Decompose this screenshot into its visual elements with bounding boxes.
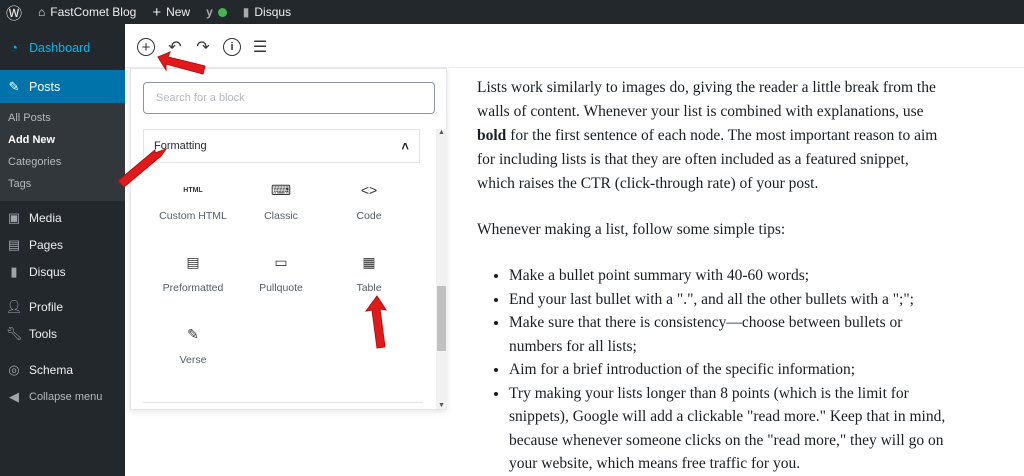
html-icon: HTML	[183, 186, 203, 194]
sidebar-item-posts[interactable]: ✎ Posts	[0, 70, 125, 103]
sidebar-item-profile[interactable]: 👤︎ Profile	[0, 293, 125, 320]
status-dot	[217, 7, 227, 17]
block-classic[interactable]: ⌨ Classic	[237, 180, 325, 223]
block-code[interactable]: <> Code	[325, 180, 413, 222]
list-item: Make a bullet point summary with 40-60 w…	[509, 264, 947, 288]
user-icon: 👤︎	[5, 298, 23, 314]
yoast-link[interactable]: y	[198, 0, 235, 24]
admin-bar: Ⓦ ⌂ FastComet Blog + New y ▮ Disqus	[0, 0, 1024, 24]
info-button[interactable]: i	[223, 38, 241, 56]
scrollbar-thumb[interactable]	[437, 286, 446, 351]
block-label: Classic	[264, 210, 298, 222]
wordpress-logo-icon[interactable]: Ⓦ	[0, 0, 30, 24]
block-custom-html[interactable]: HTML Custom HTML	[149, 180, 237, 223]
block-label: Table	[356, 282, 382, 294]
yoast-icon: y	[206, 5, 213, 19]
divider	[143, 402, 423, 403]
list-item: Try making your lists longer than 8 poin…	[509, 382, 947, 476]
undo-button[interactable]: ↶	[166, 38, 184, 56]
scrollbar[interactable]: ▲ ▼	[436, 129, 447, 409]
editor-toolbar: + ↶ ↷ i ☰	[125, 24, 1024, 68]
table-icon: ▦	[362, 253, 376, 270]
sidebar-item-tools[interactable]: 🔧︎ Tools	[0, 320, 125, 347]
block-pullquote[interactable]: ▭ Pullquote	[237, 252, 325, 295]
collapse-icon: ◀	[9, 388, 19, 404]
collapse-menu-button[interactable]: ◀ Collapse menu	[0, 383, 125, 410]
comment-icon: ▮	[242, 5, 250, 19]
block-label: Code	[356, 210, 382, 222]
submenu-all-posts[interactable]: All Posts	[0, 107, 125, 129]
post-content[interactable]: Lists work similarly to images do, givin…	[477, 76, 947, 476]
submenu-tags[interactable]: Tags	[0, 173, 125, 195]
posts-submenu: All Posts Add New Categories Tags	[0, 103, 125, 201]
comment-icon: ▮	[10, 263, 18, 279]
keyboard-icon: ⌨	[270, 181, 292, 198]
paragraph: Whenever making a list, follow some simp…	[477, 221, 786, 238]
formatting-panel-toggle[interactable]: Formatting ˄	[143, 129, 420, 163]
sidebar-item-media[interactable]: ▣ Media	[0, 204, 125, 231]
bullet-list: Make a bullet point summary with 40-60 w…	[477, 264, 947, 476]
disqus-link[interactable]: ▮ Disqus	[235, 0, 299, 24]
outline-button[interactable]: ☰	[251, 38, 269, 56]
list-item: Make sure that there is consistency—choo…	[509, 311, 947, 358]
schema-icon: ◎	[8, 361, 20, 377]
block-search-input[interactable]	[143, 82, 435, 114]
sidebar-item-schema[interactable]: ◎ Schema	[0, 356, 125, 383]
block-label: Custom HTML	[159, 210, 227, 222]
block-label: Pullquote	[259, 282, 303, 294]
list-item: End your last bullet with a ".", and all…	[509, 288, 947, 312]
scroll-down-arrow[interactable]: ▼	[436, 402, 447, 409]
sidebar-item-dashboard[interactable]: ◔ Dashboard	[0, 34, 125, 61]
preformatted-icon: ▤	[186, 253, 200, 270]
media-icon: ▣	[7, 209, 21, 225]
new-link[interactable]: + New	[144, 0, 198, 24]
scroll-up-arrow[interactable]: ▲	[436, 129, 447, 136]
block-label: Verse	[179, 354, 207, 366]
home-icon: ⌂	[38, 5, 46, 19]
plus-icon: +	[152, 3, 162, 21]
redo-button[interactable]: ↷	[194, 38, 212, 56]
admin-sidebar: ◔ Dashboard ✎ Posts All Posts Add New Cate…	[0, 24, 125, 476]
block-verse[interactable]: ✎ Verse	[149, 324, 237, 367]
submenu-categories[interactable]: Categories	[0, 151, 125, 173]
pages-icon: ▤	[7, 236, 21, 252]
site-link[interactable]: ⌂ FastComet Blog	[30, 0, 144, 24]
submenu-add-new[interactable]: Add New	[0, 129, 125, 151]
block-table[interactable]: ▦ Table	[325, 252, 413, 295]
chevron-up-icon: ˄	[401, 138, 409, 154]
add-block-button[interactable]: +	[137, 38, 155, 56]
sidebar-item-pages[interactable]: ▤ Pages	[0, 231, 125, 258]
list-item: Aim for a brief introduction of the spec…	[509, 358, 947, 382]
block-label: Preformatted	[162, 282, 224, 294]
pencil-icon: ✎	[187, 325, 199, 342]
wrench-icon: 🔧︎	[5, 325, 23, 341]
pullquote-icon: ▭	[274, 253, 288, 270]
block-inserter-popover: Formatting˄ HTML Custom HTML ⌨ Classic <> Cod…	[130, 68, 447, 410]
code-icon: <>	[360, 182, 378, 198]
sidebar-item-disqus[interactable]: ▮ Disqus	[0, 258, 125, 285]
dashboard-icon: ◔	[10, 40, 18, 55]
block-preformatted[interactable]: ▤ Preformatted	[149, 252, 237, 295]
pin-icon: ✎	[8, 78, 20, 94]
paragraph: Lists work similarly to images do, givin…	[477, 79, 938, 192]
